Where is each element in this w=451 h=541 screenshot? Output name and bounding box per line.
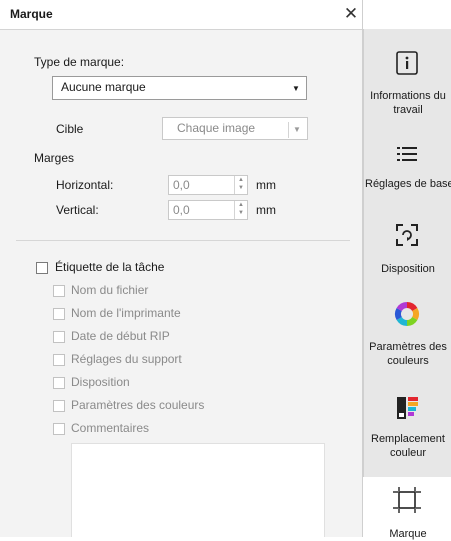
nav-layout-label: Disposition [381,263,435,275]
info-icon [396,51,418,75]
target-select[interactable]: Chaque image ▼ [162,117,308,140]
color-wheel-icon [394,302,420,326]
color-settings-checkbox[interactable] [53,400,65,412]
horizontal-margin-value: 0,0 [173,178,190,192]
margins-label: Marges [34,151,75,165]
nav-job-info-label-2: travail [393,104,423,116]
nav-color-replacement[interactable]: Remplacement couleur [363,394,451,460]
vertical-margin-input[interactable]: 0,0 ▲ ▼ [168,200,248,220]
chevron-down-icon: ▼ [288,122,305,138]
comments-textarea[interactable] [71,443,325,537]
job-label-checkbox[interactable] [36,262,48,274]
nav-layout[interactable]: Disposition [363,222,451,276]
layout-icon [396,224,418,246]
nav-job-info[interactable]: Informations du travail [363,50,451,117]
layout-label: Disposition [71,375,130,389]
nav-color-settings-label-2: couleurs [387,355,429,367]
mark-type-select[interactable]: Aucune marque ▼ [52,76,307,100]
printer-name-label: Nom de l'imprimante [71,306,181,320]
crop-marks-icon [393,487,421,513]
horizontal-unit: mm [256,178,276,192]
panel-titlebar: Marque ✕ [0,0,362,30]
color-settings-label: Paramètres des couleurs [71,398,205,412]
spin-arrows-icon[interactable]: ▲ ▼ [234,201,247,219]
nav-color-replacement-label-1: Remplacement [371,433,445,445]
printer-name-checkbox[interactable] [53,308,65,320]
horizontal-label: Horizontal: [56,178,114,192]
nav-basic-settings-label: Réglages de base [365,178,451,190]
color-replace-icon [397,397,418,419]
side-nav-header [363,0,451,29]
nav-basic-settings[interactable]: Réglages de base [363,144,451,191]
mark-type-label: Type de marque: [34,55,125,69]
nav-color-settings[interactable]: Paramètres des couleurs [363,300,451,368]
mark-panel: Marque ✕ Type de marque: Aucune marque ▼… [0,0,363,537]
list-icon [397,147,417,161]
target-value: Chaque image [177,121,256,135]
media-settings-label: Réglages du support [71,352,182,366]
rip-start-date-label: Date de début RIP [71,329,170,343]
section-divider [16,240,350,241]
nav-mark[interactable]: Marque [363,477,451,540]
side-nav: Informations du travail Réglages de base… [363,0,451,540]
spin-arrows-icon[interactable]: ▲ ▼ [234,176,247,194]
nav-job-info-label-1: Informations du [370,90,446,102]
job-label-title: Étiquette de la tâche [55,260,165,274]
nav-color-settings-label-1: Paramètres des [369,341,447,353]
vertical-margin-value: 0,0 [173,203,190,217]
nav-color-replacement-label-2: couleur [389,447,427,459]
horizontal-margin-input[interactable]: 0,0 ▲ ▼ [168,175,248,195]
mark-type-value: Aucune marque [61,80,146,94]
close-icon[interactable]: ✕ [342,4,360,24]
vertical-label: Vertical: [56,203,99,217]
target-label: Cible [56,122,84,136]
nav-mark-label: Marque [389,528,427,540]
filename-label: Nom du fichier [71,283,149,297]
comments-label: Commentaires [71,421,150,435]
rip-start-date-checkbox[interactable] [53,331,65,343]
chevron-down-icon: ▼ [292,84,300,93]
layout-checkbox[interactable] [53,377,65,389]
media-settings-checkbox[interactable] [53,354,65,366]
filename-checkbox[interactable] [53,285,65,297]
panel-title: Marque [10,7,53,21]
vertical-unit: mm [256,203,276,217]
comments-checkbox[interactable] [53,423,65,435]
